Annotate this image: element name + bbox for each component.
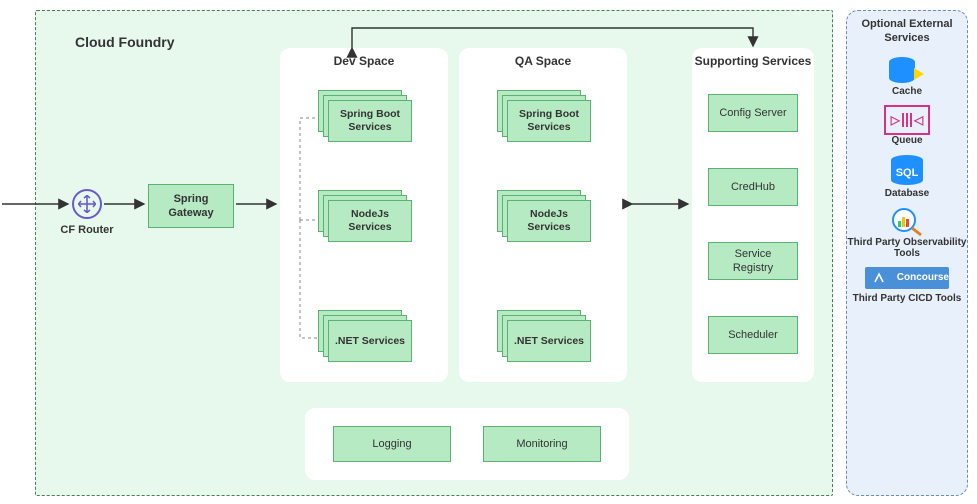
- cf-router-icon: [72, 189, 102, 219]
- credhub-label: CredHub: [731, 180, 775, 194]
- supporting-container: Supporting Services Config Server CredHu…: [692, 48, 814, 382]
- observability-item: Third Party Observability Tools: [847, 207, 967, 259]
- qa-nodejs-label: NodeJs Services: [507, 200, 591, 242]
- dev-space-container: Dev Space Spring Boot Services NodeJs Se…: [280, 48, 448, 382]
- dev-spring-boot-label: Spring Boot Services: [328, 100, 412, 142]
- scheduler-label: Scheduler: [728, 328, 778, 342]
- qa-dotnet-label: .NET Services: [507, 320, 591, 362]
- cache-item: Cache: [847, 56, 967, 97]
- scheduler-box: Scheduler: [708, 316, 798, 354]
- dev-spring-boot-stack: Spring Boot Services: [318, 90, 412, 142]
- spring-gateway-box: Spring Gateway: [148, 184, 234, 228]
- service-registry-box: Service Registry: [708, 242, 798, 280]
- dev-space-title: Dev Space: [280, 54, 448, 68]
- concourse-label: Concourse: [897, 272, 949, 283]
- cicd-label: Third Party CICD Tools: [847, 293, 967, 304]
- cf-router-label: CF Router: [55, 224, 119, 236]
- qa-spring-boot-label: Spring Boot Services: [507, 100, 591, 142]
- supporting-title: Supporting Services: [692, 54, 814, 68]
- monitoring-label: Monitoring: [516, 437, 567, 451]
- external-services-panel: Optional External Services Cache ▷ ◁ Que…: [846, 10, 968, 496]
- queue-item: ▷ ◁ Queue: [847, 105, 967, 146]
- dev-dotnet-stack: .NET Services: [318, 310, 412, 362]
- cloud-foundry-title: Cloud Foundry: [75, 34, 175, 50]
- observability-label: Third Party Observability Tools: [847, 237, 967, 259]
- qa-spring-boot-stack: Spring Boot Services: [497, 90, 591, 142]
- credhub-box: CredHub: [708, 168, 798, 206]
- cicd-item: Concourse Third Party CICD Tools: [847, 267, 967, 304]
- svg-text:SQL: SQL: [896, 167, 919, 179]
- qa-dotnet-stack: .NET Services: [497, 310, 591, 362]
- queue-label: Queue: [847, 135, 967, 146]
- config-server-label: Config Server: [719, 106, 786, 120]
- qa-space-title: QA Space: [459, 54, 627, 68]
- bottom-container: Logging Monitoring: [305, 408, 629, 480]
- logging-box: Logging: [333, 426, 451, 462]
- qa-space-container: QA Space Spring Boot Services NodeJs Ser…: [459, 48, 627, 382]
- config-server-box: Config Server: [708, 94, 798, 132]
- qa-nodejs-stack: NodeJs Services: [497, 190, 591, 242]
- dev-dotnet-label: .NET Services: [328, 320, 412, 362]
- dev-nodejs-label: NodeJs Services: [328, 200, 412, 242]
- database-label: Database: [847, 188, 967, 199]
- external-title: Optional External Services: [847, 15, 967, 48]
- monitoring-box: Monitoring: [483, 426, 601, 462]
- dev-nodejs-stack: NodeJs Services: [318, 190, 412, 242]
- spring-gateway-label: Spring Gateway: [153, 192, 229, 221]
- database-item: SQL Database: [847, 154, 967, 199]
- cache-label: Cache: [847, 86, 967, 97]
- logging-label: Logging: [372, 437, 411, 451]
- service-registry-label: Service Registry: [713, 247, 793, 276]
